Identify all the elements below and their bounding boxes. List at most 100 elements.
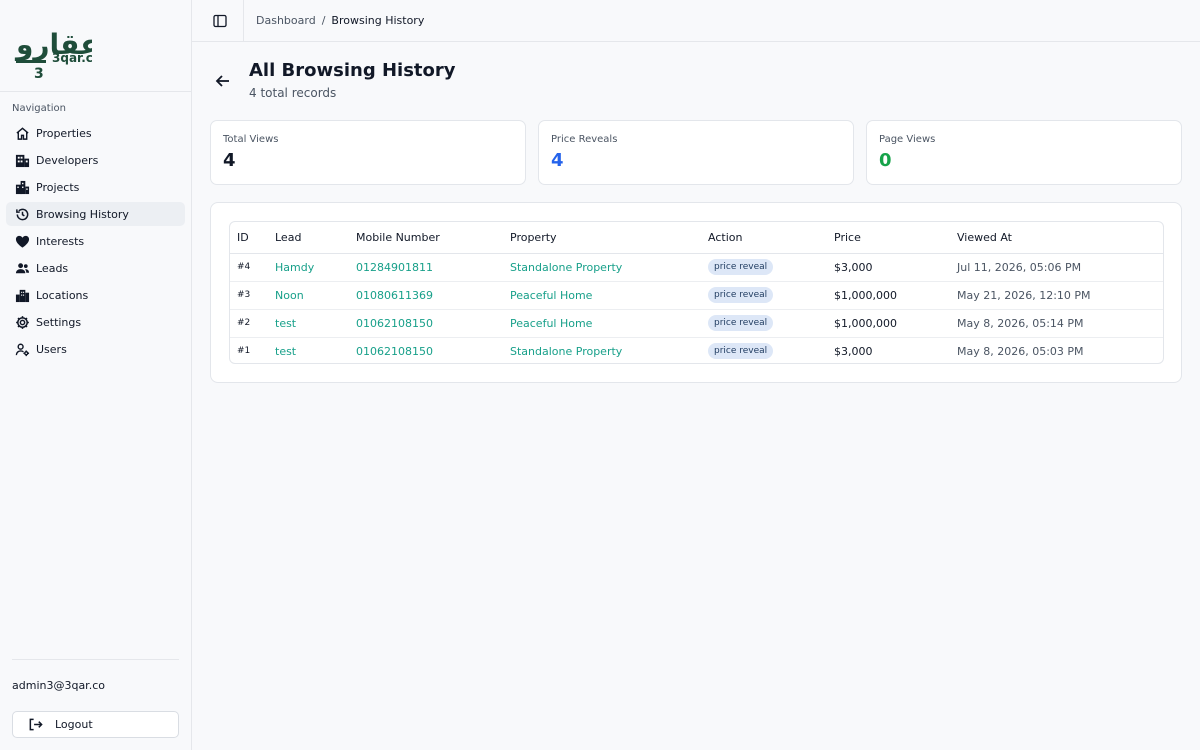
sidebar-item-label: Developers	[36, 153, 99, 167]
cell-price: $3,000	[834, 344, 873, 358]
history-icon	[14, 206, 30, 222]
cell-mobile-link[interactable]: 01062108150	[349, 309, 503, 338]
cell-property-link[interactable]: Peaceful Home	[503, 309, 701, 338]
divider	[12, 659, 179, 660]
sidebar-item-label: Users	[36, 342, 67, 356]
building-icon	[14, 152, 30, 168]
column-header-mobile[interactable]: Mobile Number	[349, 222, 503, 254]
cell-mobile-link[interactable]: 01284901811	[349, 253, 503, 282]
history-table-wrapper: ID Lead Mobile Number Property Action Pr…	[229, 221, 1164, 364]
sidebar-item-settings[interactable]: Settings	[6, 310, 185, 334]
nav-title: Navigation	[12, 103, 66, 114]
divider	[243, 0, 244, 41]
top-bar: Dashboard / Browsing History	[192, 0, 1200, 42]
logout-icon	[27, 717, 43, 733]
sidebar-item-browsing-history[interactable]: Browsing History	[6, 202, 185, 226]
back-arrow-icon[interactable]	[214, 72, 232, 90]
user-cog-icon	[14, 341, 30, 357]
cell-price: $3,000	[827, 253, 950, 282]
cell-action: price reveal	[701, 337, 827, 363]
action-badge: price reveal	[708, 343, 774, 360]
cell-mobile-link[interactable]: 01080611369	[349, 281, 503, 310]
sidebar-item-label: Browsing History	[36, 207, 129, 221]
breadcrumb-dashboard[interactable]: Dashboard	[256, 14, 316, 27]
gear-icon	[14, 314, 30, 330]
sidebar-item-label: Properties	[36, 126, 92, 140]
cell-id: #4	[230, 253, 268, 282]
stat-card-price-reveals: Price Reveals 4	[538, 120, 854, 185]
table-row[interactable]: #4 Hamdy 01284901811 Standalone Property…	[230, 253, 1163, 282]
sidebar-toggle-icon[interactable]	[212, 13, 228, 29]
column-header-price[interactable]: Price	[827, 222, 950, 254]
cell-property-link[interactable]: Standalone Property	[503, 337, 701, 363]
sidebar-item-label: Leads	[36, 261, 69, 275]
column-header-viewed-at[interactable]: Viewed At	[950, 222, 1163, 254]
sidebar-item-label: Settings	[36, 315, 82, 329]
sidebar-item-developers[interactable]: Developers	[6, 148, 185, 172]
logo-mark: عقارو 3qar.co 3	[14, 28, 101, 82]
sidebar-item-users[interactable]: Users	[6, 337, 185, 361]
svg-text:3qar.co: 3qar.co	[52, 51, 92, 65]
cell-mobile-link[interactable]: 01062108150	[349, 337, 503, 363]
user-email: admin3@3qar.co	[12, 679, 105, 692]
svg-text:3: 3	[34, 66, 44, 82]
cell-lead-link[interactable]: test	[268, 337, 349, 363]
sidebar-item-properties[interactable]: Properties	[6, 121, 185, 145]
table-row[interactable]: #3 Noon 01080611369 Peaceful Home price …	[230, 281, 1163, 310]
cell-property-link[interactable]: Standalone Property	[503, 253, 701, 282]
sidebar-item-leads[interactable]: Leads	[6, 256, 185, 280]
cell-viewed-at: May 8, 2026, 05:14 PM	[950, 309, 1163, 338]
breadcrumb-separator: /	[321, 14, 326, 27]
action-badge: price reveal	[708, 315, 774, 331]
cell-property-link[interactable]: Peaceful Home	[503, 281, 701, 310]
sidebar-item-label: Locations	[36, 288, 89, 302]
cell-price: $1,000,000	[827, 281, 950, 310]
table-row[interactable]: #2 test 01062108150 Peaceful Home price …	[230, 309, 1163, 338]
heart-icon	[14, 233, 30, 249]
users-icon	[14, 260, 30, 276]
sidebar-item-interests[interactable]: Interests	[6, 229, 185, 253]
breadcrumb: Dashboard / Browsing History	[256, 14, 424, 27]
sidebar-item-label: Projects	[36, 180, 80, 194]
stat-value: 4	[223, 150, 236, 171]
logout-button[interactable]: Logout	[12, 711, 179, 738]
stat-value: 0	[879, 150, 892, 171]
column-header-lead[interactable]: Lead	[268, 222, 349, 254]
stat-card-page-views: Page Views 0	[866, 120, 1182, 185]
sidebar-item-locations[interactable]: Locations	[6, 283, 185, 307]
stat-value: 4	[551, 150, 564, 171]
breadcrumb-current: Browsing History	[331, 14, 425, 27]
logout-label: Logout	[55, 718, 93, 731]
cell-lead-link[interactable]: Noon	[268, 281, 349, 310]
stat-label: Page Views	[879, 134, 936, 145]
sidebar-item-projects[interactable]: Projects	[6, 175, 185, 199]
column-header-property[interactable]: Property	[503, 222, 701, 254]
cell-lead-link[interactable]: test	[268, 309, 349, 338]
cell-action: price reveal	[701, 309, 827, 338]
page-subtitle: 4 total records	[249, 86, 337, 100]
cell-viewed-at: Jul 11, 2026, 05:06 PM	[950, 253, 1163, 282]
cell-id: #1	[237, 346, 251, 357]
stat-label: Price Reveals	[551, 134, 618, 145]
history-table-card: ID Lead Mobile Number Property Action Pr…	[210, 202, 1182, 383]
history-table: ID Lead Mobile Number Property Action Pr…	[230, 222, 1163, 363]
cell-id: #3	[230, 281, 268, 310]
column-header-action[interactable]: Action	[701, 222, 827, 254]
sidebar-nav: Properties Developers Projects Browsing …	[6, 121, 185, 364]
brand-logo[interactable]: عقارو 3qar.co 3	[12, 10, 101, 82]
action-badge: price reveal	[708, 287, 774, 303]
cell-viewed-at: May 21, 2026, 12:10 PM	[950, 281, 1163, 310]
column-header-id[interactable]: ID	[230, 222, 268, 254]
action-badge: price reveal	[708, 259, 774, 275]
cell-id: #2	[230, 309, 268, 338]
cell-lead-link[interactable]: Hamdy	[268, 253, 349, 282]
city-icon	[14, 287, 30, 303]
cell-price: $1,000,000	[827, 309, 950, 338]
stat-card-total-views: Total Views 4	[210, 120, 526, 185]
cell-action: price reveal	[701, 253, 827, 282]
buildings-icon	[14, 179, 30, 195]
home-icon	[14, 125, 30, 141]
sidebar-item-label: Interests	[36, 234, 85, 248]
table-row[interactable]: #1 test 01062108150 Standalone Property …	[230, 337, 1163, 363]
table-header-row: ID Lead Mobile Number Property Action Pr…	[230, 222, 1163, 254]
